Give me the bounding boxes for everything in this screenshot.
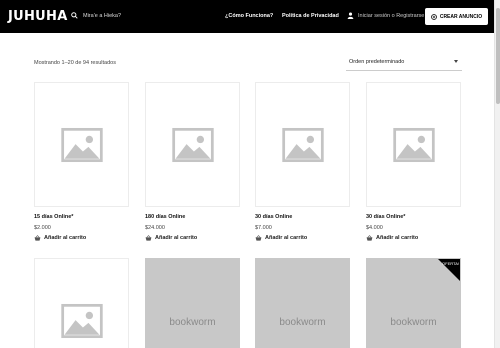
- search-input[interactable]: Mira'e a Hieka?: [83, 13, 121, 19]
- basket-icon: [255, 235, 262, 241]
- nav-how-it-works[interactable]: ¿Cómo Funciona?: [225, 13, 273, 19]
- create-ad-button[interactable]: CREAR ANUNCIO: [425, 8, 488, 25]
- image-placeholder-icon: [281, 127, 324, 162]
- product-image[interactable]: [145, 82, 240, 207]
- site-header: JUHUHA Mira'e a Hieka? ¿Cómo Funciona? P…: [0, 0, 494, 33]
- page-scrollbar[interactable]: [494, 0, 500, 348]
- add-to-cart-label: Añadir al carrito: [265, 235, 308, 241]
- site-logo[interactable]: JUHUHA: [8, 10, 68, 24]
- basket-icon: [34, 235, 41, 241]
- add-to-cart-label: Añadir al carrito: [376, 235, 419, 241]
- nav-privacy-policy[interactable]: Política de Privacidad: [282, 13, 339, 19]
- product-image[interactable]: [34, 82, 129, 207]
- product-image[interactable]: [366, 82, 461, 207]
- sort-underline: [346, 70, 462, 71]
- scrollbar-thumb[interactable]: [496, 8, 500, 104]
- image-placeholder-icon: [60, 127, 103, 162]
- add-to-cart-button[interactable]: Añadir al carrito: [145, 235, 197, 241]
- login-label: Iniciar sesión o Registrarse: [358, 12, 425, 19]
- add-to-cart-label: Añadir al carrito: [44, 235, 87, 241]
- basket-icon: [145, 235, 152, 241]
- results-count: Mostrando 1–20 de 94 resultados: [34, 60, 116, 66]
- add-to-cart-label: Añadir al carrito: [155, 235, 198, 241]
- bookworm-image-text: bookworm: [169, 317, 216, 328]
- user-icon: [347, 12, 354, 19]
- product-image[interactable]: bookworm: [255, 258, 350, 348]
- sort-selected-value: Orden predeterminado: [349, 59, 405, 65]
- add-to-cart-button[interactable]: Añadir al carrito: [255, 235, 307, 241]
- create-ad-label: CREAR ANUNCIO: [439, 13, 483, 20]
- image-placeholder-icon: [392, 127, 435, 162]
- product-price: $7.000: [255, 225, 272, 231]
- add-to-cart-button[interactable]: Añadir al carrito: [34, 235, 86, 241]
- search-bar[interactable]: Mira'e a Hieka?: [71, 12, 121, 19]
- product-price: $24.000: [145, 225, 165, 231]
- product-image[interactable]: bookworm: [145, 258, 240, 348]
- chevron-down-icon: [454, 60, 458, 63]
- product-title[interactable]: 30 días Online*: [366, 214, 405, 220]
- image-placeholder-icon: [60, 303, 103, 338]
- plus-circle-icon: [430, 13, 437, 20]
- bookworm-image-text: bookworm: [279, 317, 326, 328]
- product-price: $4.000: [366, 225, 383, 231]
- basket-icon: [366, 235, 373, 241]
- product-image[interactable]: bookworm OFERTA!: [366, 258, 461, 348]
- product-title[interactable]: 15 días Online*: [34, 214, 73, 220]
- sale-badge-label: OFERTA!: [442, 261, 459, 266]
- sort-select[interactable]: Orden predeterminado: [346, 55, 462, 71]
- product-title[interactable]: 30 días Online: [255, 214, 292, 220]
- product-price: $2.000: [34, 225, 51, 231]
- product-title[interactable]: 180 días Online: [145, 214, 185, 220]
- image-placeholder-icon: [171, 127, 214, 162]
- search-icon: [71, 12, 78, 19]
- product-image[interactable]: [34, 258, 129, 348]
- product-image[interactable]: [255, 82, 350, 207]
- bookworm-image-text: bookworm: [390, 317, 437, 328]
- login-link[interactable]: Iniciar sesión o Registrarse: [347, 12, 424, 19]
- add-to-cart-button[interactable]: Añadir al carrito: [366, 235, 418, 241]
